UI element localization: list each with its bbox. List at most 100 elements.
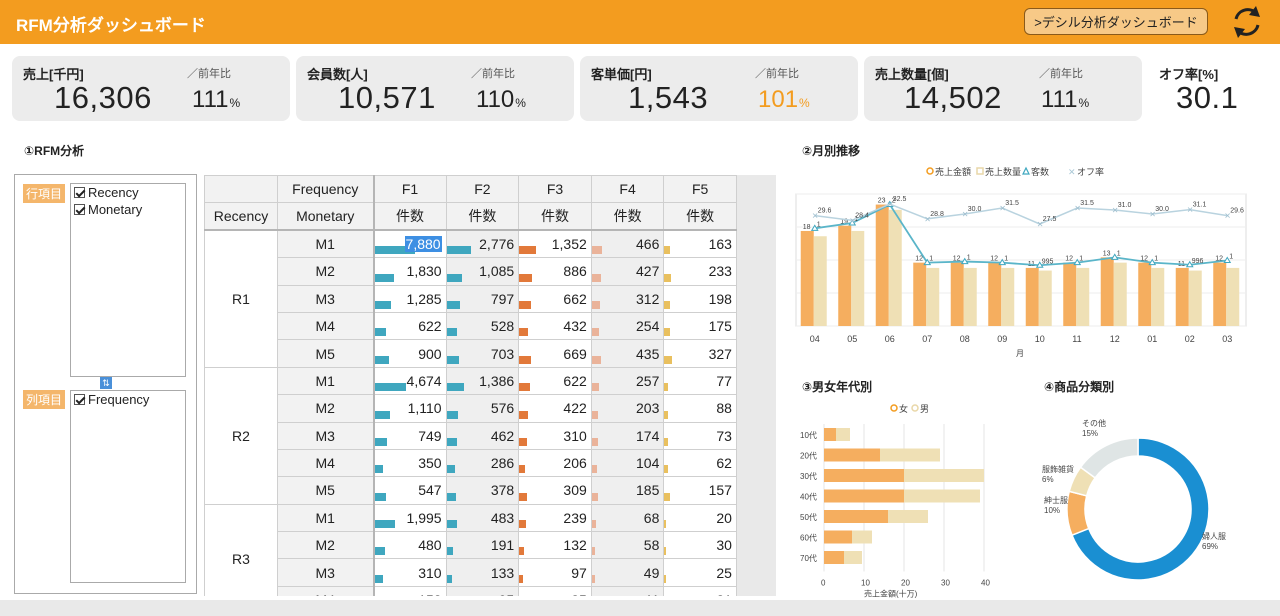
value-cell[interactable]: 30 [663,531,737,560]
value-cell[interactable]: 1,830 [372,257,447,286]
column-header-f4[interactable]: F4 [590,175,665,204]
value-cell[interactable]: 68 [590,503,665,533]
cell-bar [374,437,387,446]
value-cell[interactable]: 350 [372,448,447,478]
row-item-recency[interactable]: Recency [71,184,185,201]
value-cell[interactable]: 528 [445,311,520,341]
value-cell[interactable]: 25 [663,558,737,587]
value-cell[interactable]: 432 [518,311,592,341]
value-cell[interactable]: 466 [590,229,665,259]
value-cell[interactable]: 480 [372,531,447,560]
value-cell[interactable]: 309 [518,476,592,505]
value-cell[interactable]: 206 [518,448,592,478]
value-cell[interactable]: 797 [445,284,520,313]
value-cell[interactable]: 435 [590,339,665,368]
value-cell[interactable]: 97 [518,558,592,587]
value-cell[interactable]: 310 [518,421,592,450]
column-header-f1[interactable]: F1 [372,175,447,204]
cell-bar [446,520,457,529]
value-cell[interactable]: 378 [445,476,520,505]
column-header-f3[interactable]: F3 [518,175,592,204]
cell-value: 62 [716,455,732,472]
value-cell[interactable]: 2,776 [445,229,520,259]
kpi-yoy-unit: % [1078,96,1090,110]
value-cell[interactable]: 133 [445,558,520,587]
value-cell[interactable]: 886 [518,257,592,286]
value-cell[interactable]: 163 [663,229,737,259]
value-cell[interactable]: 191 [445,531,520,560]
decile-dashboard-button[interactable]: >デシル分析ダッシュボード [1024,8,1208,35]
value-cell[interactable]: 662 [518,284,592,313]
value-cell[interactable]: 703 [445,339,520,368]
value-cell[interactable]: 312 [590,284,665,313]
monthly-trend-chart: 売上金額 売上数量 客数 ✕ オフ率18041905230612071208120911… [795,166,1247,358]
cell-bar [519,520,527,529]
cell-bar [591,465,597,474]
value-cell[interactable]: 58 [590,531,665,560]
checkbox-checked-icon[interactable] [74,394,85,405]
value-cell[interactable]: 1,085 [445,257,520,286]
value-cell[interactable]: 422 [518,394,592,423]
swap-icon[interactable]: ⇅ [100,377,112,389]
row-item-monetary[interactable]: Monetary [71,201,185,218]
value-cell[interactable]: 257 [590,366,665,396]
value-cell[interactable]: 198 [663,284,737,313]
col-items-list[interactable]: Frequency [70,390,186,583]
value-cell[interactable]: 310 [372,558,447,587]
cell-bar [664,574,667,583]
monetary-cell: M4 [277,448,374,478]
column-header-f2[interactable]: F2 [445,175,520,204]
value-cell[interactable]: 104 [590,448,665,478]
value-cell[interactable]: 175 [663,311,737,341]
value-cell[interactable]: 239 [518,503,592,533]
value-cell[interactable]: 41 [590,585,665,596]
value-cell[interactable]: 1,352 [518,229,592,259]
value-cell[interactable]: 49 [590,558,665,587]
value-cell[interactable]: 286 [445,448,520,478]
value-cell[interactable]: 900 [372,339,447,368]
rfm-pivot-table[interactable]: Frequency F1 F2 F3 F4 F5 Recency Monetary 件数 件数 件数… [204,175,776,596]
value-cell[interactable]: 95 [445,585,520,596]
value-cell[interactable]: 622 [372,311,447,341]
checkbox-checked-icon[interactable] [74,204,85,215]
value-cell[interactable]: 254 [590,311,665,341]
value-cell[interactable]: 21 [663,585,737,596]
column-header-f5[interactable]: F5 [663,175,737,204]
customer-label: 1 [1004,256,1008,263]
cell-value: 4,674 [406,372,442,389]
value-cell[interactable]: 327 [663,339,737,368]
refresh-icon[interactable] [1230,4,1264,40]
checkbox-checked-icon[interactable] [74,187,85,198]
value-cell[interactable]: 20 [663,503,737,533]
value-cell[interactable]: 1,995 [372,503,447,533]
value-cell[interactable]: 185 [590,476,665,505]
value-cell[interactable]: 157 [663,476,737,505]
value-cell[interactable]: 73 [663,421,737,450]
x-axis-label: 月 [1016,349,1024,358]
value-cell[interactable]: 132 [518,531,592,560]
value-cell[interactable]: 749 [372,421,447,450]
value-cell[interactable]: 7,880 [372,229,447,259]
value-cell[interactable]: 77 [663,366,737,396]
value-cell[interactable]: 669 [518,339,592,368]
value-cell[interactable]: 547 [372,476,447,505]
value-cell[interactable]: 62 [663,448,737,478]
value-cell[interactable]: 203 [590,394,665,423]
value-cell[interactable]: 1,285 [372,284,447,313]
kpi-sales: 売上[千円] 16,306 ／前年比 111% [12,56,290,121]
value-cell[interactable]: 1,110 [372,394,447,423]
value-cell[interactable]: 576 [445,394,520,423]
value-cell[interactable]: 4,674 [372,366,447,396]
value-cell[interactable]: 88 [663,394,737,423]
row-items-list[interactable]: Recency Monetary [70,183,186,377]
value-cell[interactable]: 1,386 [445,366,520,396]
value-cell[interactable]: 427 [590,257,665,286]
value-cell[interactable]: 174 [590,421,665,450]
value-cell[interactable]: 483 [445,503,520,533]
value-cell[interactable]: 85 [518,585,592,596]
col-item-frequency[interactable]: Frequency [71,391,185,408]
value-cell[interactable]: 233 [663,257,737,286]
value-cell[interactable]: 462 [445,421,520,450]
value-cell[interactable]: 153 [372,585,447,596]
value-cell[interactable]: 622 [518,366,592,396]
